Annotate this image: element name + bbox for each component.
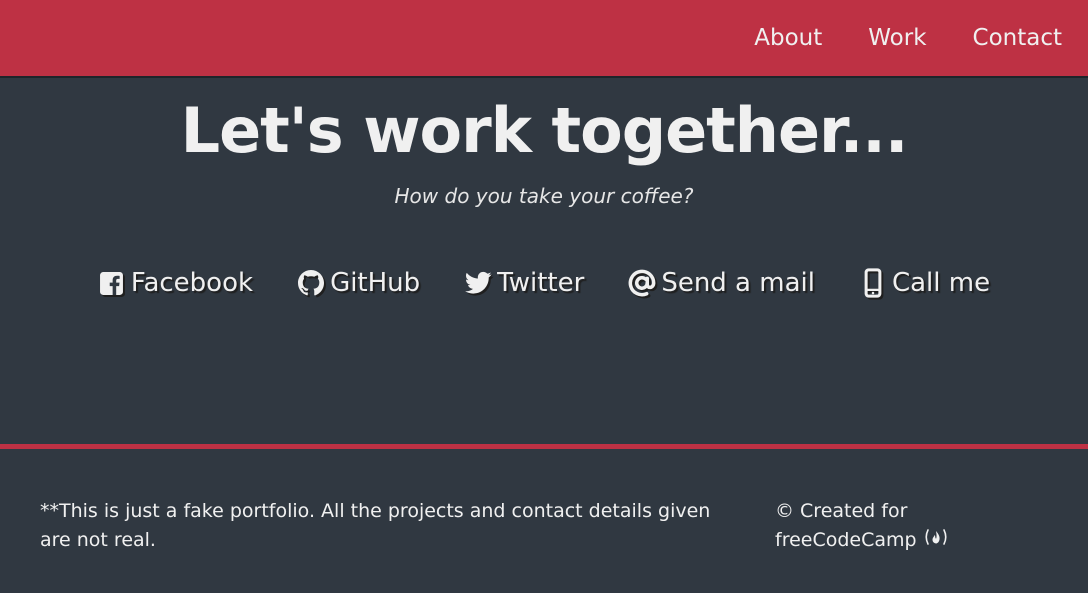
github-link-label: GitHub bbox=[330, 268, 421, 298]
footer-credit-prefix: © Created for bbox=[775, 500, 908, 522]
twitter-link-label: Twitter bbox=[497, 268, 585, 298]
footer-credit: © Created for freeCodeCamp bbox=[775, 497, 1035, 556]
github-icon bbox=[297, 269, 325, 297]
twitter-icon bbox=[464, 269, 492, 297]
freecodecamp-link-label: freeCodeCamp bbox=[775, 529, 917, 551]
nav-link-contact[interactable]: Contact bbox=[973, 25, 1062, 51]
facebook-link[interactable]: Facebook bbox=[98, 268, 253, 298]
navbar: About Work Contact bbox=[0, 0, 1088, 76]
twitter-link[interactable]: Twitter bbox=[464, 268, 584, 298]
github-link[interactable]: GitHub bbox=[297, 268, 420, 298]
footer: **This is just a fake portfolio. All the… bbox=[0, 449, 1088, 593]
facebook-link-label: Facebook bbox=[130, 268, 254, 298]
contact-links: Facebook GitHub Twitter Send a mail Call… bbox=[0, 268, 1088, 298]
contact-subline: How do you take your coffee? bbox=[394, 184, 694, 208]
freecodecamp-link[interactable]: freeCodeCamp bbox=[775, 529, 949, 551]
nav-link-work[interactable]: Work bbox=[868, 25, 926, 51]
at-icon bbox=[628, 269, 656, 297]
facebook-square-icon bbox=[98, 269, 126, 297]
contact-headline: Let's work together... bbox=[180, 94, 909, 167]
call-me-link-label: Call me bbox=[891, 268, 991, 298]
mobile-phone-icon bbox=[859, 268, 887, 298]
free-code-camp-icon bbox=[923, 527, 949, 556]
footer-disclaimer: **This is just a fake portfolio. All the… bbox=[40, 500, 711, 551]
nav-link-about[interactable]: About bbox=[754, 25, 822, 51]
call-me-link[interactable]: Call me bbox=[859, 268, 990, 298]
send-mail-link[interactable]: Send a mail bbox=[628, 268, 815, 298]
send-mail-link-label: Send a mail bbox=[661, 268, 815, 298]
